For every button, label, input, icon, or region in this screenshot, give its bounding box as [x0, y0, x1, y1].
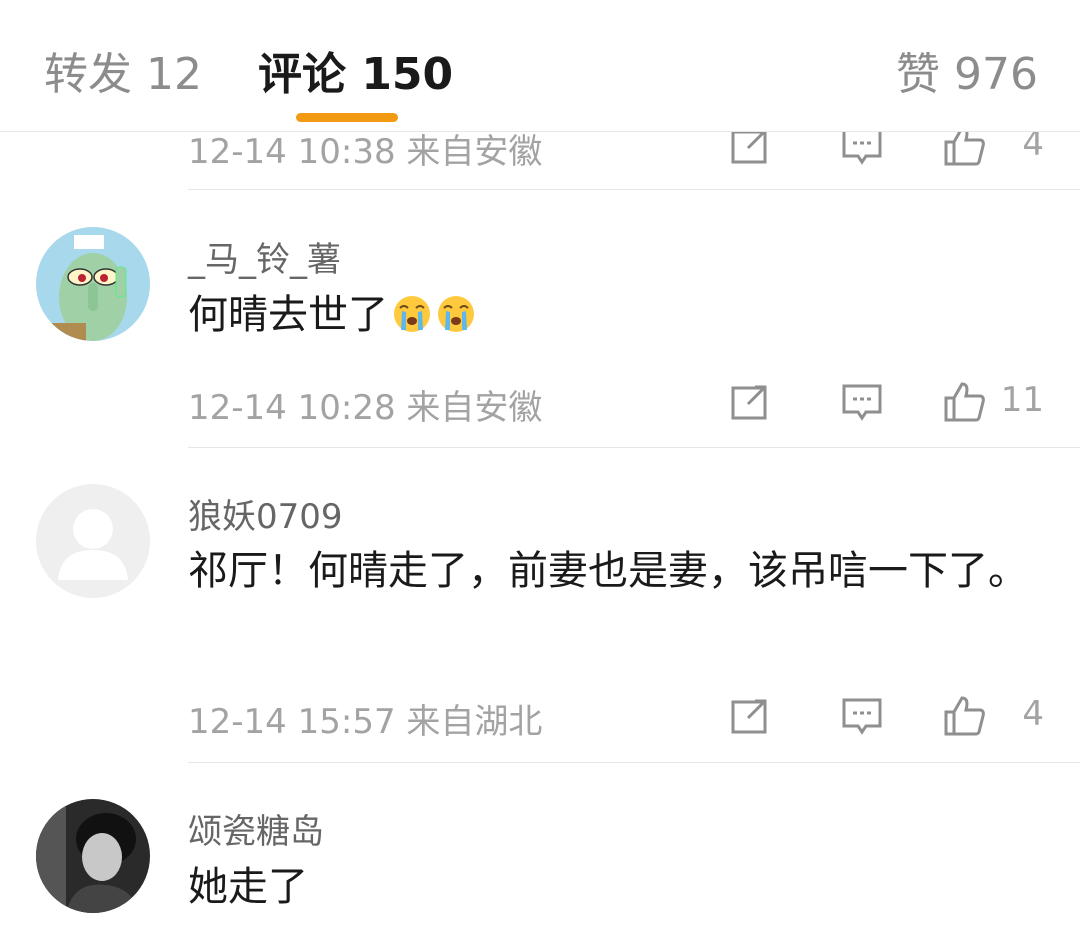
- comment-timestamp: 12-14 10:38 来自安徽: [188, 132, 543, 172]
- tab-repost[interactable]: 转发 12: [44, 38, 202, 102]
- share-icon[interactable]: [728, 380, 772, 424]
- comment-list[interactable]: 12-14 10:38 来自安徽 4 _马_铃_薯 何晴去世了 12-14 10…: [0, 132, 1080, 939]
- comment-icon[interactable]: [840, 694, 884, 738]
- comment-text: 祁厅！何晴走了，前妻也是妻，该吊唁一下了。: [188, 548, 1028, 594]
- comment-timestamp: 12-14 15:57 来自湖北: [188, 702, 543, 742]
- tab-likes[interactable]: 赞 976: [896, 38, 1038, 102]
- comment-icon[interactable]: [840, 132, 884, 168]
- like-count: 11: [1000, 380, 1044, 420]
- avatar[interactable]: [36, 484, 150, 598]
- crying-emoji-icon: [392, 294, 432, 334]
- username[interactable]: _马_铃_薯: [188, 232, 341, 281]
- comment-meta: 12-14 10:28 来自安徽 11: [188, 380, 1044, 428]
- comment-meta: 12-14 15:57 来自湖北 4: [188, 694, 1044, 742]
- crying-emoji-icon: [436, 294, 476, 334]
- username[interactable]: 颂瓷糖岛: [188, 804, 324, 853]
- share-icon[interactable]: [728, 694, 772, 738]
- divider: [188, 762, 1080, 763]
- comment-meta: 12-14 10:38 来自安徽 4: [188, 132, 1044, 172]
- divider: [188, 189, 1080, 190]
- tab-bar: 转发 12 评论 150 赞 976: [0, 0, 1080, 132]
- like-icon[interactable]: [942, 132, 986, 168]
- like-count: 4: [1022, 132, 1044, 164]
- active-tab-indicator: [296, 113, 398, 122]
- tab-comments[interactable]: 评论 150: [258, 38, 453, 102]
- comment-body: 何晴去世了: [188, 292, 388, 338]
- like-count: 4: [1022, 694, 1044, 734]
- share-icon[interactable]: [728, 132, 772, 168]
- avatar[interactable]: [36, 799, 150, 913]
- avatar[interactable]: [36, 227, 150, 341]
- comment-icon[interactable]: [840, 380, 884, 424]
- comment-text: 她走了: [188, 864, 308, 910]
- divider: [188, 447, 1080, 448]
- comment-text: 何晴去世了: [188, 282, 1044, 348]
- comment-timestamp: 12-14 10:28 来自安徽: [188, 388, 543, 428]
- username[interactable]: 狼妖0709: [188, 489, 343, 538]
- like-icon[interactable]: [942, 380, 986, 424]
- like-icon[interactable]: [942, 694, 986, 738]
